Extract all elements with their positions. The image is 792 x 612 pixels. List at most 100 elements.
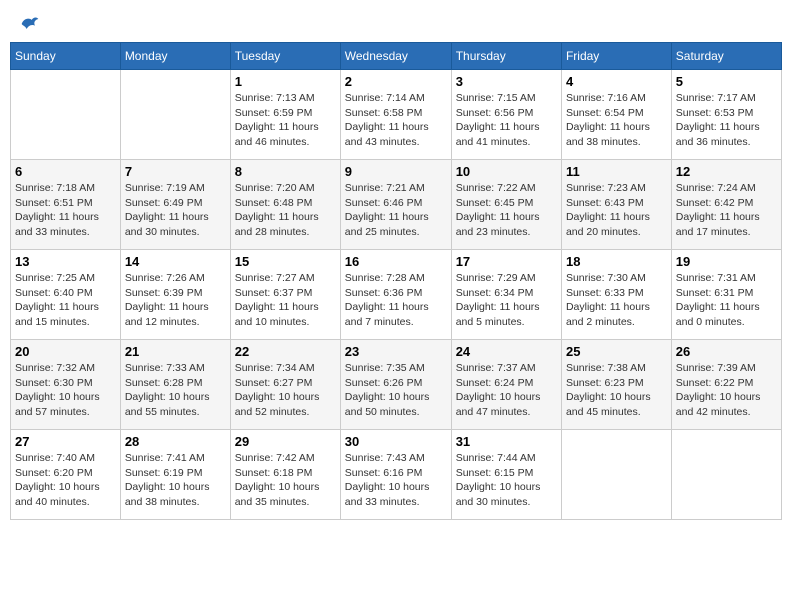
day-number: 6 — [15, 164, 116, 179]
day-info: Sunrise: 7:13 AMSunset: 6:59 PMDaylight:… — [235, 91, 336, 150]
day-info: Sunrise: 7:42 AMSunset: 6:18 PMDaylight:… — [235, 451, 336, 510]
day-info: Sunrise: 7:37 AMSunset: 6:24 PMDaylight:… — [456, 361, 557, 420]
day-number: 24 — [456, 344, 557, 359]
calendar-cell: 27 Sunrise: 7:40 AMSunset: 6:20 PMDayligh… — [11, 430, 121, 520]
day-number: 21 — [125, 344, 226, 359]
calendar-week-5: 27 Sunrise: 7:40 AMSunset: 6:20 PMDayligh… — [11, 430, 782, 520]
day-number: 25 — [566, 344, 667, 359]
calendar-cell: 12 Sunrise: 7:24 AMSunset: 6:42 PMDayligh… — [671, 160, 781, 250]
calendar-cell: 28Sunrise: 7:41 AMSunset: 6:19 PMDayligh… — [120, 430, 230, 520]
day-number: 7 — [125, 164, 226, 179]
day-header-monday: Monday — [120, 43, 230, 70]
calendar-cell — [561, 430, 671, 520]
day-info: Sunrise: 7:22 AMSunset: 6:45 PMDaylight:… — [456, 181, 557, 240]
day-info: Sunrise: 7:29 AMSunset: 6:34 PMDaylight:… — [456, 271, 557, 330]
calendar-cell: 30 Sunrise: 7:43 AMSunset: 6:16 PMDayligh… — [340, 430, 451, 520]
day-number: 27 — [15, 434, 116, 449]
day-number: 10 — [456, 164, 557, 179]
calendar-cell: 11 Sunrise: 7:23 AMSunset: 6:43 PMDayligh… — [561, 160, 671, 250]
day-header-tuesday: Tuesday — [230, 43, 340, 70]
day-header-sunday: Sunday — [11, 43, 121, 70]
calendar-cell: 5Sunrise: 7:17 AMSunset: 6:53 PMDaylight… — [671, 70, 781, 160]
calendar-cell: 20Sunrise: 7:32 AMSunset: 6:30 PMDayligh… — [11, 340, 121, 430]
calendar-week-4: 20Sunrise: 7:32 AMSunset: 6:30 PMDayligh… — [11, 340, 782, 430]
calendar-cell: 17 Sunrise: 7:29 AMSunset: 6:34 PMDayligh… — [451, 250, 561, 340]
day-info: Sunrise: 7:34 AMSunset: 6:27 PMDaylight:… — [235, 361, 336, 420]
calendar-cell: 1 Sunrise: 7:13 AMSunset: 6:59 PMDaylight… — [230, 70, 340, 160]
day-header-saturday: Saturday — [671, 43, 781, 70]
day-number: 9 — [345, 164, 447, 179]
day-number: 16 — [345, 254, 447, 269]
day-info: Sunrise: 7:31 AMSunset: 6:31 PMDaylight:… — [676, 271, 777, 330]
day-number: 18 — [566, 254, 667, 269]
page-header — [10, 10, 782, 34]
calendar-cell: 19 Sunrise: 7:31 AMSunset: 6:31 PMDayligh… — [671, 250, 781, 340]
day-number: 19 — [676, 254, 777, 269]
day-info: Sunrise: 7:27 AMSunset: 6:37 PMDaylight:… — [235, 271, 336, 330]
day-number: 15 — [235, 254, 336, 269]
calendar-week-1: 1 Sunrise: 7:13 AMSunset: 6:59 PMDaylight… — [11, 70, 782, 160]
calendar-cell: 9 Sunrise: 7:21 AMSunset: 6:46 PMDaylight… — [340, 160, 451, 250]
calendar-cell: 2Sunrise: 7:14 AMSunset: 6:58 PMDaylight… — [340, 70, 451, 160]
logo — [18, 14, 40, 30]
day-number: 17 — [456, 254, 557, 269]
calendar-cell: 18 Sunrise: 7:30 AMSunset: 6:33 PMDayligh… — [561, 250, 671, 340]
day-number: 26 — [676, 344, 777, 359]
calendar-cell — [120, 70, 230, 160]
day-info: Sunrise: 7:15 AMSunset: 6:56 PMDaylight:… — [456, 91, 557, 150]
calendar-cell: 21 Sunrise: 7:33 AMSunset: 6:28 PMDayligh… — [120, 340, 230, 430]
calendar-cell: 22 Sunrise: 7:34 AMSunset: 6:27 PMDayligh… — [230, 340, 340, 430]
calendar-cell: 16Sunrise: 7:28 AMSunset: 6:36 PMDayligh… — [340, 250, 451, 340]
calendar-cell: 8Sunrise: 7:20 AMSunset: 6:48 PMDaylight… — [230, 160, 340, 250]
calendar-header-row: SundayMondayTuesdayWednesdayThursdayFrid… — [11, 43, 782, 70]
day-number: 5 — [676, 74, 777, 89]
day-number: 29 — [235, 434, 336, 449]
day-info: Sunrise: 7:16 AMSunset: 6:54 PMDaylight:… — [566, 91, 667, 150]
day-info: Sunrise: 7:21 AMSunset: 6:46 PMDaylight:… — [345, 181, 447, 240]
day-info: Sunrise: 7:33 AMSunset: 6:28 PMDaylight:… — [125, 361, 226, 420]
calendar-cell: 10 Sunrise: 7:22 AMSunset: 6:45 PMDayligh… — [451, 160, 561, 250]
calendar-cell: 14 Sunrise: 7:26 AMSunset: 6:39 PMDayligh… — [120, 250, 230, 340]
day-header-thursday: Thursday — [451, 43, 561, 70]
day-info: Sunrise: 7:32 AMSunset: 6:30 PMDaylight:… — [15, 361, 116, 420]
day-number: 28 — [125, 434, 226, 449]
day-info: Sunrise: 7:39 AMSunset: 6:22 PMDaylight:… — [676, 361, 777, 420]
day-info: Sunrise: 7:26 AMSunset: 6:39 PMDaylight:… — [125, 271, 226, 330]
day-number: 30 — [345, 434, 447, 449]
calendar-cell: 29 Sunrise: 7:42 AMSunset: 6:18 PMDayligh… — [230, 430, 340, 520]
day-info: Sunrise: 7:25 AMSunset: 6:40 PMDaylight:… — [15, 271, 116, 330]
day-header-friday: Friday — [561, 43, 671, 70]
day-number: 23 — [345, 344, 447, 359]
day-info: Sunrise: 7:23 AMSunset: 6:43 PMDaylight:… — [566, 181, 667, 240]
calendar-table: SundayMondayTuesdayWednesdayThursdayFrid… — [10, 42, 782, 520]
calendar-cell: 7Sunrise: 7:19 AMSunset: 6:49 PMDaylight… — [120, 160, 230, 250]
day-number: 1 — [235, 74, 336, 89]
calendar-week-2: 6 Sunrise: 7:18 AMSunset: 6:51 PMDaylight… — [11, 160, 782, 250]
day-info: Sunrise: 7:43 AMSunset: 6:16 PMDaylight:… — [345, 451, 447, 510]
calendar-cell: 24 Sunrise: 7:37 AMSunset: 6:24 PMDayligh… — [451, 340, 561, 430]
day-info: Sunrise: 7:20 AMSunset: 6:48 PMDaylight:… — [235, 181, 336, 240]
calendar-cell: 4 Sunrise: 7:16 AMSunset: 6:54 PMDaylight… — [561, 70, 671, 160]
day-number: 3 — [456, 74, 557, 89]
day-info: Sunrise: 7:40 AMSunset: 6:20 PMDaylight:… — [15, 451, 116, 510]
logo-bird-icon — [20, 14, 40, 34]
calendar-cell: 13Sunrise: 7:25 AMSunset: 6:40 PMDayligh… — [11, 250, 121, 340]
day-number: 22 — [235, 344, 336, 359]
calendar-cell: 6 Sunrise: 7:18 AMSunset: 6:51 PMDaylight… — [11, 160, 121, 250]
day-info: Sunrise: 7:30 AMSunset: 6:33 PMDaylight:… — [566, 271, 667, 330]
calendar-cell: 15 Sunrise: 7:27 AMSunset: 6:37 PMDayligh… — [230, 250, 340, 340]
calendar-cell: 25 Sunrise: 7:38 AMSunset: 6:23 PMDayligh… — [561, 340, 671, 430]
day-info: Sunrise: 7:18 AMSunset: 6:51 PMDaylight:… — [15, 181, 116, 240]
day-number: 12 — [676, 164, 777, 179]
calendar-cell: 26 Sunrise: 7:39 AMSunset: 6:22 PMDayligh… — [671, 340, 781, 430]
day-info: Sunrise: 7:38 AMSunset: 6:23 PMDaylight:… — [566, 361, 667, 420]
calendar-week-3: 13Sunrise: 7:25 AMSunset: 6:40 PMDayligh… — [11, 250, 782, 340]
day-number: 31 — [456, 434, 557, 449]
day-number: 4 — [566, 74, 667, 89]
day-number: 2 — [345, 74, 447, 89]
day-number: 14 — [125, 254, 226, 269]
calendar-cell: 23Sunrise: 7:35 AMSunset: 6:26 PMDayligh… — [340, 340, 451, 430]
day-number: 11 — [566, 164, 667, 179]
calendar-cell — [11, 70, 121, 160]
day-info: Sunrise: 7:24 AMSunset: 6:42 PMDaylight:… — [676, 181, 777, 240]
